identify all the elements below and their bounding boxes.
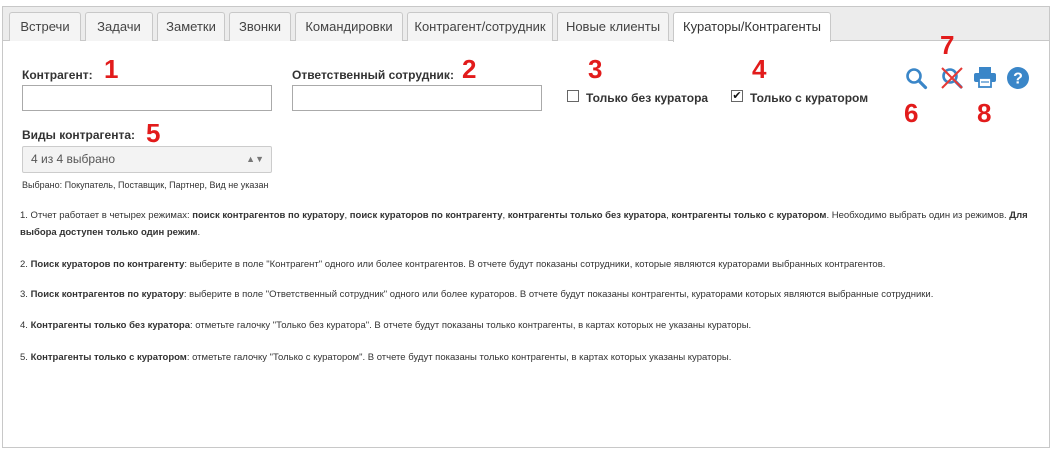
contragent-input[interactable] bbox=[22, 85, 272, 111]
marker-4: 4 bbox=[752, 54, 767, 84]
marker-6: 6 bbox=[904, 98, 919, 128]
types-label: Виды контрагента: bbox=[22, 128, 136, 142]
clear-search-icon[interactable] bbox=[938, 64, 966, 92]
tab-calls[interactable]: Звонки bbox=[229, 12, 291, 41]
tab-notes[interactable]: Заметки bbox=[157, 12, 225, 41]
contragent-label: Контрагент: bbox=[22, 68, 93, 82]
description-5: 5. Контрагенты только с куратором: отмет… bbox=[20, 352, 732, 363]
marker-2: 2 bbox=[462, 54, 477, 84]
tab-new-clients[interactable]: Новые клиенты bbox=[557, 12, 669, 41]
description-2: 2. Поиск кураторов по контрагенту: выбер… bbox=[20, 259, 886, 270]
description-3: 3. Поиск контрагентов по куратору: выбер… bbox=[20, 289, 934, 300]
description-1: 1. Отчет работает в четырех режимах: пои… bbox=[20, 210, 1028, 238]
marker-1: 1 bbox=[104, 54, 119, 84]
tab-contragent-employee[interactable]: Контрагент/сотрудник bbox=[407, 12, 553, 41]
print-icon[interactable] bbox=[973, 66, 997, 88]
tab-meetings[interactable]: Встречи bbox=[9, 12, 81, 41]
with-curator-checkbox[interactable]: ✔ bbox=[731, 90, 743, 102]
tab-curators-contragents[interactable]: Кураторы/Контрагенты bbox=[673, 12, 831, 42]
help-icon[interactable]: ? bbox=[1006, 66, 1030, 90]
employee-label: Ответственный сотрудник: bbox=[292, 68, 454, 82]
no-curator-label: Только без куратора bbox=[586, 91, 709, 105]
updown-icon: ▲▼ bbox=[246, 154, 264, 164]
employee-input[interactable] bbox=[292, 85, 542, 111]
marker-3: 3 bbox=[588, 54, 603, 84]
search-icon[interactable] bbox=[904, 66, 928, 90]
description-4: 4. Контрагенты только без куратора: отме… bbox=[20, 320, 752, 331]
tab-tasks[interactable]: Задачи bbox=[85, 12, 153, 41]
marker-7: 7 bbox=[940, 30, 955, 60]
with-curator-label: Только с куратором bbox=[750, 91, 869, 105]
tab-bar: Встречи Задачи Заметки Звонки Командиров… bbox=[3, 7, 1049, 42]
types-selected-note: Выбрано: Покупатель, Поставщик, Партнер,… bbox=[22, 180, 269, 190]
marker-5: 5 bbox=[146, 118, 161, 148]
no-curator-checkbox[interactable] bbox=[567, 90, 579, 102]
types-select[interactable]: 4 из 4 выбрано ▲▼ bbox=[22, 146, 272, 173]
tab-trips[interactable]: Командировки bbox=[295, 12, 403, 41]
types-select-value: 4 из 4 выбрано bbox=[31, 152, 116, 166]
svg-text:?: ? bbox=[1013, 71, 1023, 88]
marker-8: 8 bbox=[977, 98, 992, 128]
